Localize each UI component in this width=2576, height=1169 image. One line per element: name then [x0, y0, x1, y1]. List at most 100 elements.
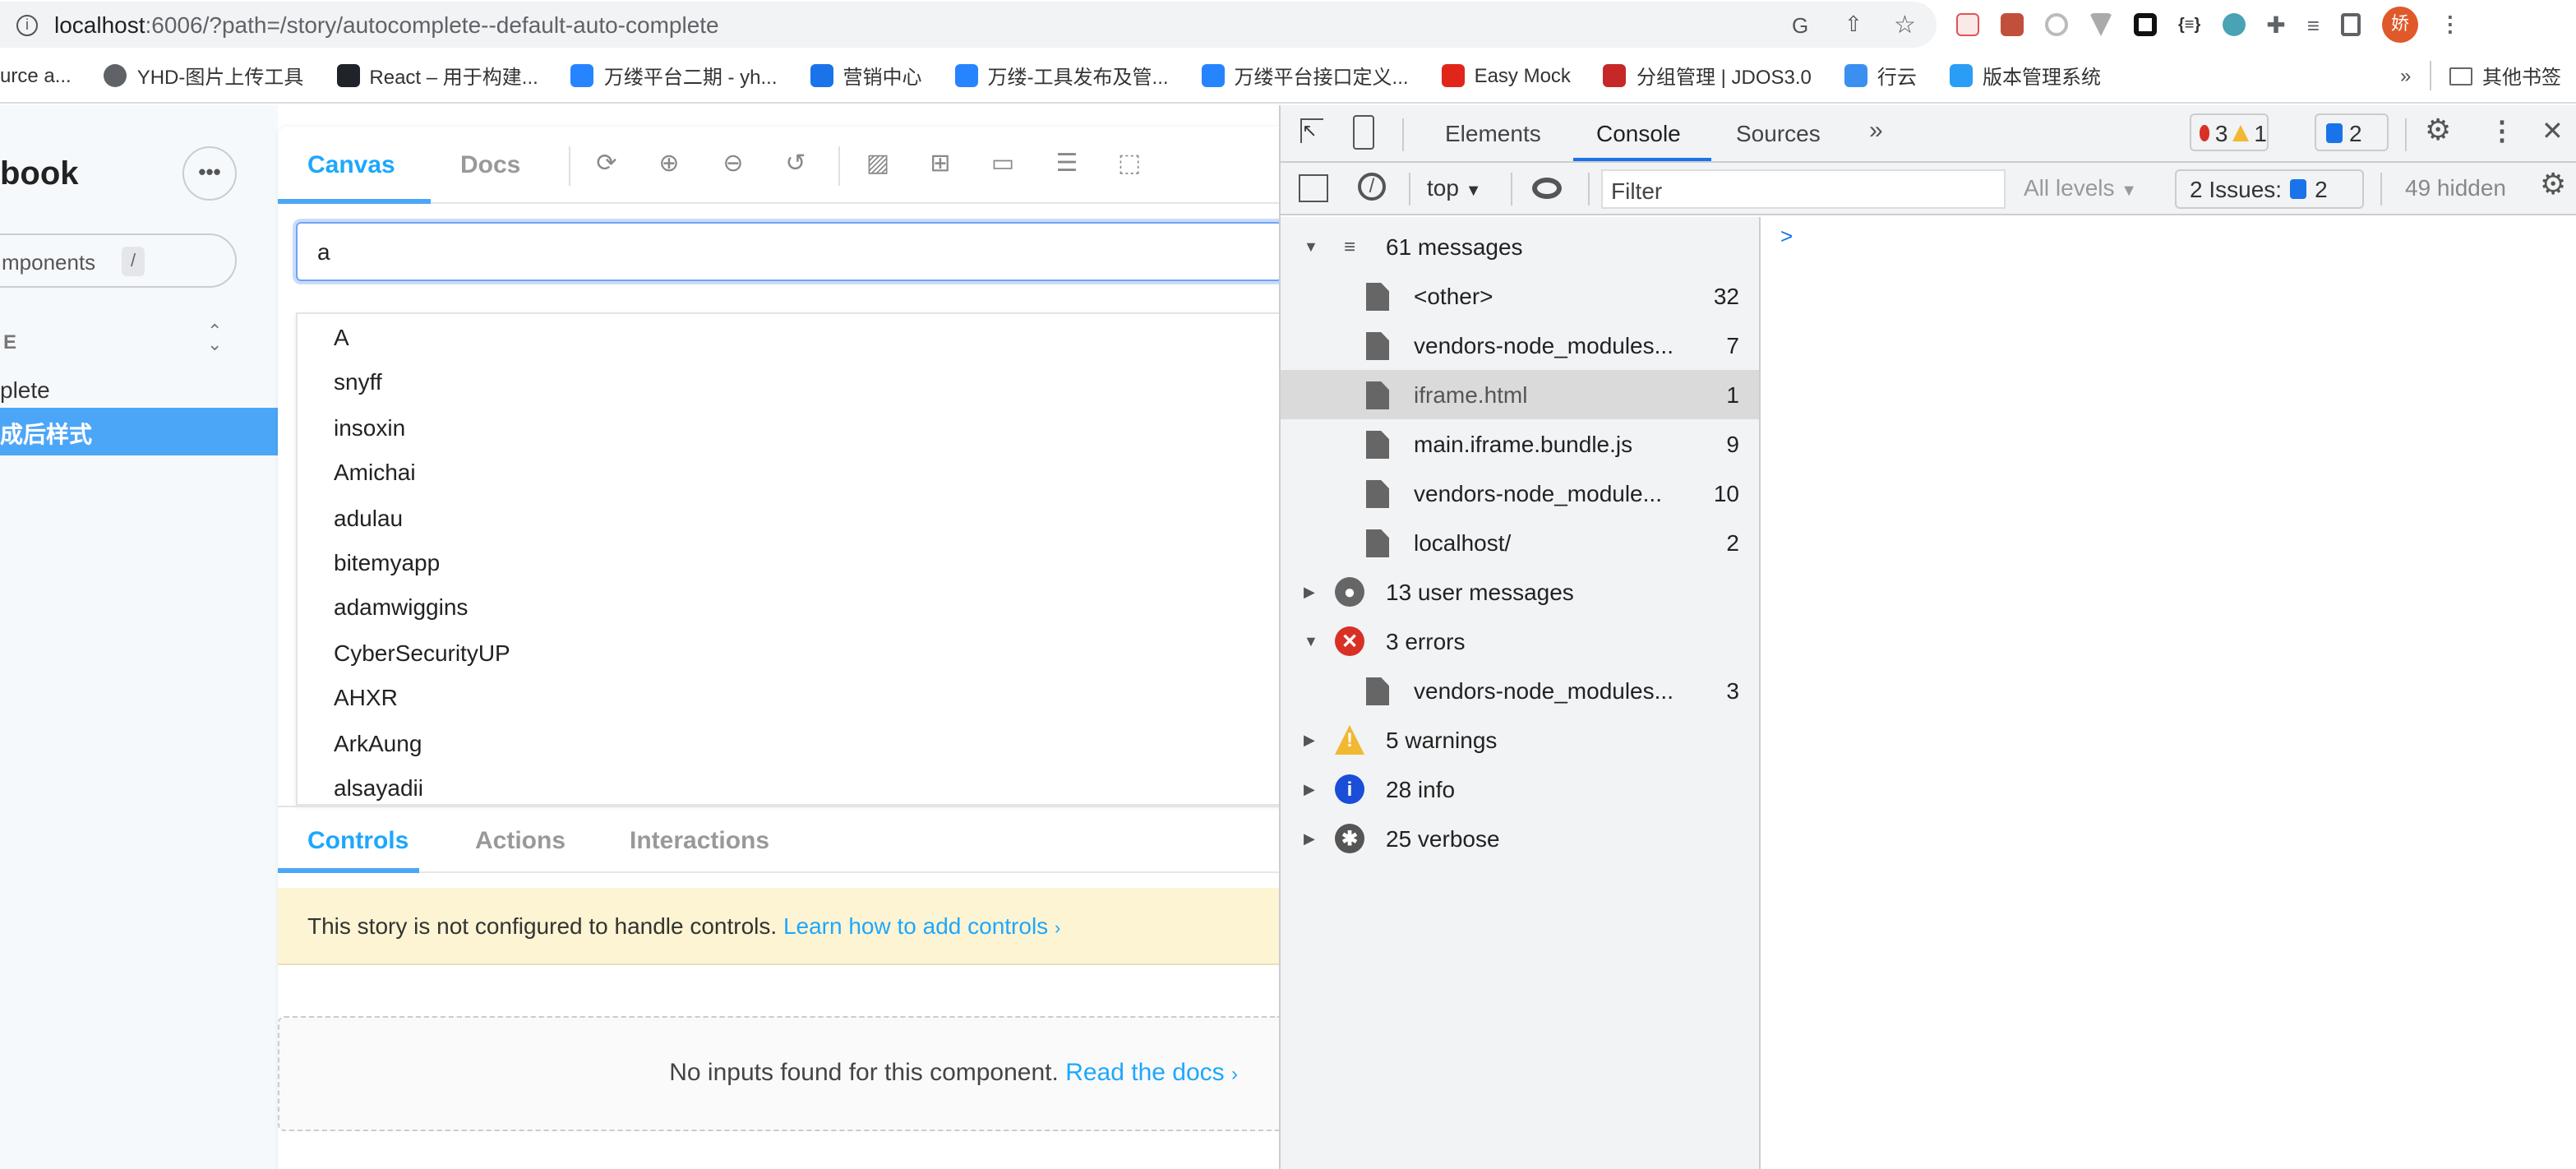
bookmark-item[interactable]: 万缕平台二期 - yh...: [570, 62, 778, 90]
console-group[interactable]: ▶ i 28 info: [1281, 765, 1759, 814]
console-source-item[interactable]: vendors-node_modules... 7: [1281, 321, 1759, 370]
console-source-item[interactable]: vendors-node_modules... 3: [1281, 666, 1759, 715]
extension-react-devtools-icon[interactable]: [2001, 13, 2024, 36]
tab-interactions[interactable]: Interactions: [630, 804, 769, 881]
clear-console-icon[interactable]: /: [1358, 173, 1386, 201]
tab-docs[interactable]: Docs: [460, 127, 520, 204]
profile-avatar[interactable]: 娇: [2381, 7, 2418, 43]
autocomplete-option[interactable]: alsayadii: [334, 774, 423, 801]
address-bar[interactable]: i localhost:6006/?path=/story/autocomple…: [0, 2, 1937, 48]
learn-controls-link[interactable]: Learn how to add controls: [783, 913, 1048, 939]
autocomplete-option[interactable]: bitemyapp: [334, 549, 440, 575]
measure-icon[interactable]: ☰: [1054, 150, 1080, 178]
bookmark-item[interactable]: 营销中心: [810, 62, 922, 90]
settings-icon[interactable]: ⚙: [2425, 113, 2451, 148]
console-group[interactable]: ▶ ! 5 warnings: [1281, 715, 1759, 765]
extension-circle-icon[interactable]: [2045, 13, 2068, 36]
tab-sources[interactable]: Sources: [1736, 120, 1821, 146]
tab-actions[interactable]: Actions: [475, 804, 566, 881]
tab-elements[interactable]: Elements: [1445, 120, 1541, 146]
reading-list-icon[interactable]: ≡: [2307, 12, 2320, 37]
sidebar-search[interactable]: mponents /: [0, 233, 237, 288]
console-prompt[interactable]: >: [1780, 224, 1793, 248]
sidebar-menu-button[interactable]: •••: [182, 146, 237, 201]
bookmark-item[interactable]: YHD-图片上传工具: [104, 62, 303, 90]
extensions-puzzle-icon[interactable]: ✚: [2266, 11, 2285, 39]
console-source-item[interactable]: main.iframe.bundle.js 9: [1281, 419, 1759, 469]
log-levels-dropdown[interactable]: All levels ▼: [2024, 174, 2137, 201]
other-bookmarks[interactable]: 其他书签: [2449, 62, 2561, 90]
outline-icon[interactable]: ⬚: [1116, 150, 1143, 178]
collapsed-arrow-icon[interactable]: ▶: [1304, 830, 1315, 848]
viewport-icon[interactable]: ▭: [990, 150, 1016, 178]
site-info-icon[interactable]: i: [16, 14, 38, 35]
device-toolbar-icon[interactable]: [1353, 115, 1374, 150]
expanded-arrow-icon[interactable]: ▼: [1304, 633, 1318, 649]
console-group[interactable]: ▶ ● 13 user messages: [1281, 567, 1759, 617]
zoom-in-icon[interactable]: ⊕: [656, 150, 682, 178]
extension-square-icon[interactable]: [2134, 13, 2157, 36]
share-icon[interactable]: ⇧: [1844, 12, 1863, 38]
extension-json-icon[interactable]: {≡}: [2178, 16, 2200, 34]
autocomplete-option[interactable]: snyff: [334, 369, 382, 395]
bookmark-item[interactable]: 万缕平台接口定义...: [1201, 62, 1409, 90]
bookmark-item[interactable]: urce a...: [0, 64, 72, 87]
autocomplete-option[interactable]: CyberSecurityUP: [334, 640, 510, 666]
collapsed-arrow-icon[interactable]: ▶: [1304, 781, 1315, 799]
menu-icon[interactable]: ⋮: [2440, 12, 2461, 38]
console-source-item[interactable]: <other> 32: [1281, 271, 1759, 321]
close-devtools-icon[interactable]: ✕: [2541, 115, 2564, 148]
bookmark-item[interactable]: 分组管理 | JDOS3.0: [1603, 62, 1812, 90]
bookmark-item[interactable]: 版本管理系统: [1949, 62, 2101, 90]
bookmark-item[interactable]: Easy Mock: [1441, 64, 1571, 87]
more-tabs-button[interactable]: »: [1869, 117, 1883, 145]
autocomplete-option[interactable]: AHXR: [334, 684, 398, 710]
expanded-arrow-icon[interactable]: ▼: [1304, 238, 1318, 255]
tab-canvas[interactable]: Canvas: [307, 127, 395, 204]
zoom-reset-icon[interactable]: ↺: [782, 150, 809, 178]
bookmark-star-icon[interactable]: ☆: [1894, 10, 1916, 39]
collapsed-arrow-icon[interactable]: ▶: [1304, 584, 1315, 602]
autocomplete-option[interactable]: adamwiggins: [334, 594, 468, 621]
console-group[interactable]: ▼ ≡ 61 messages: [1281, 222, 1759, 271]
console-group[interactable]: ▶ ✱ 25 verbose: [1281, 814, 1759, 863]
bookmark-item[interactable]: 万缕-工具发布及管...: [954, 62, 1169, 90]
console-settings-icon[interactable]: ⚙: [2540, 168, 2566, 202]
zoom-out-icon[interactable]: ⊖: [720, 150, 746, 178]
issues-counter[interactable]: 2: [2315, 113, 2389, 151]
console-source-item[interactable]: localhost/ 2: [1281, 518, 1759, 567]
collapsed-arrow-icon[interactable]: ▶: [1304, 732, 1315, 750]
issues-button[interactable]: 2 Issues: 2: [2175, 169, 2364, 209]
sidebar-item-active[interactable]: 成后样式: [0, 408, 278, 455]
extension-vue-icon[interactable]: [2089, 13, 2112, 36]
bookmark-item[interactable]: React – 用于构建...: [336, 62, 538, 90]
more-options-icon[interactable]: ⋮: [2489, 115, 2515, 148]
bookmarks-overflow-button[interactable]: »: [2400, 64, 2411, 87]
inspect-element-icon[interactable]: ↖: [1300, 118, 1323, 143]
sidebar-item[interactable]: plete: [0, 368, 278, 411]
autocomplete-option[interactable]: adulau: [334, 504, 403, 530]
autocomplete-option[interactable]: insoxin: [334, 414, 405, 441]
autocomplete-input[interactable]: a: [296, 222, 1282, 281]
extension-chart-icon[interactable]: [1956, 13, 1979, 36]
extension-bowl-icon[interactable]: [2222, 13, 2246, 36]
sidebar-toggle-icon[interactable]: [1299, 174, 1328, 202]
console-filter-input[interactable]: Filter: [1601, 169, 2006, 209]
context-select[interactable]: top ▼: [1427, 174, 1482, 201]
console-source-item[interactable]: vendors-node_module... 10: [1281, 469, 1759, 518]
console-group[interactable]: ▼ ✕ 3 errors: [1281, 617, 1759, 666]
autocomplete-option[interactable]: A: [334, 324, 349, 350]
side-panel-icon[interactable]: [2340, 13, 2361, 36]
live-expression-eye-icon[interactable]: [1532, 178, 1562, 199]
console-source-item[interactable]: iframe.html 1: [1281, 370, 1759, 419]
background-image-icon[interactable]: ▨: [865, 150, 891, 178]
translate-icon[interactable]: G: [1792, 12, 1808, 37]
bookmark-item[interactable]: 行云: [1844, 62, 1917, 90]
autocomplete-option[interactable]: ArkAung: [334, 729, 422, 755]
tab-console[interactable]: Console: [1596, 120, 1681, 146]
expand-collapse-icon[interactable]: ⌃ ⌄: [207, 323, 222, 354]
read-docs-link[interactable]: Read the docs: [1065, 1059, 1224, 1087]
error-warning-counter[interactable]: 3 1: [2190, 113, 2269, 151]
reload-icon[interactable]: ⟳: [593, 150, 620, 178]
grid-icon[interactable]: ⊞: [927, 150, 953, 178]
